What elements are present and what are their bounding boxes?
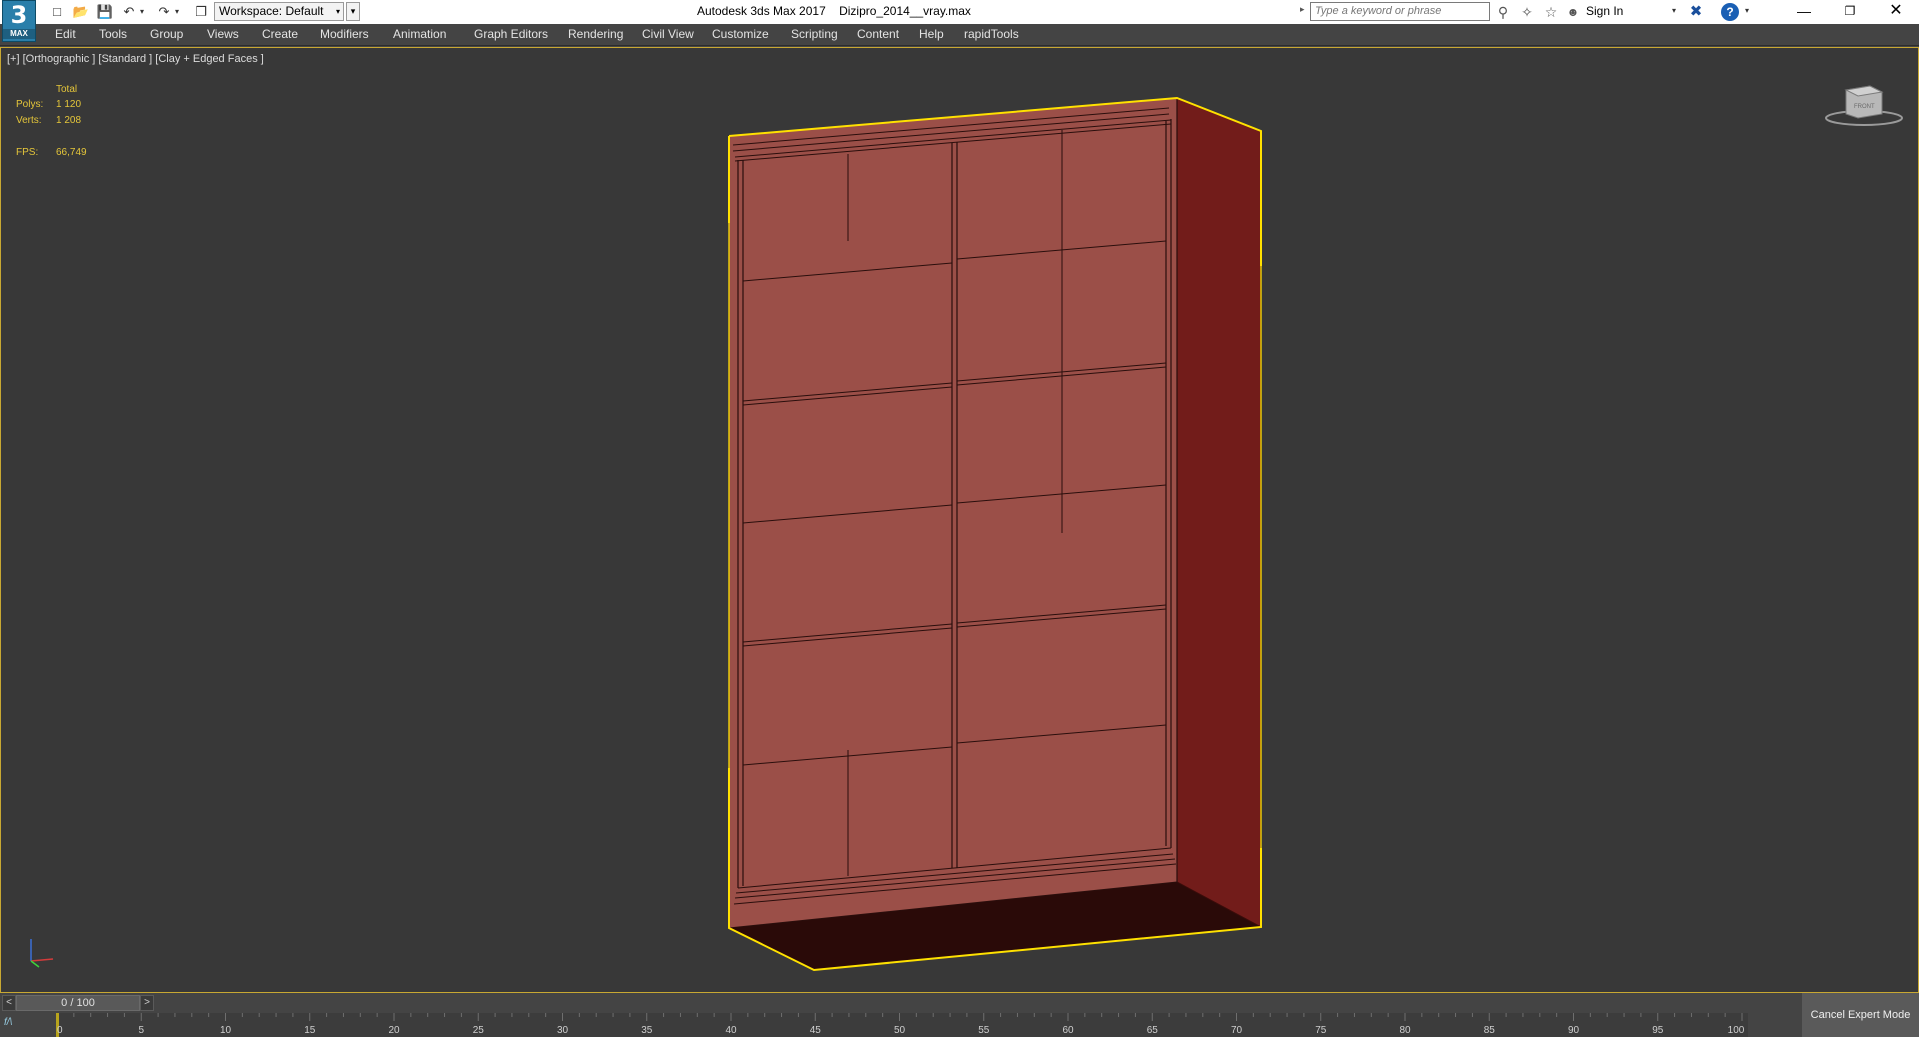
timeline-tick-label: 60 <box>1062 1025 1074 1036</box>
time-slider[interactable]: 0 / 100 <box>16 995 140 1011</box>
undo-dropdown-icon[interactable]: ▾ <box>137 3 147 21</box>
menu-tools[interactable]: Tools <box>99 27 127 41</box>
cancel-expert-mode-button[interactable]: Cancel Expert Mode <box>1802 993 1919 1037</box>
window-title: Autodesk 3ds Max 2017 Dizipro_2014__vray… <box>697 4 971 18</box>
menu-graph-editors[interactable]: Graph Editors <box>474 27 548 41</box>
wardrobe-side-face <box>1176 97 1262 928</box>
timeline-tick-label: 95 <box>1652 1025 1664 1036</box>
stats-verts-value: 1 208 <box>56 115 82 126</box>
stats-fps-label: FPS: <box>16 147 39 158</box>
search-expand-icon[interactable]: ▸ <box>1300 4 1305 15</box>
timeline-tick-label: 80 <box>1399 1025 1411 1036</box>
timeline-tick-label: 65 <box>1147 1025 1159 1036</box>
app-logo-number: 3 <box>10 1 28 29</box>
user-icon: ☻ <box>1566 5 1580 19</box>
stats-polys-value: 1 120 <box>56 99 82 110</box>
open-file-icon[interactable]: 📂 <box>72 3 90 21</box>
menu-scripting[interactable]: Scripting <box>791 27 838 41</box>
timeline-tick-label: 35 <box>641 1025 653 1036</box>
menu-help[interactable]: Help <box>919 27 944 41</box>
timeline-tick-label: 0 <box>57 1025 63 1036</box>
sign-in-button[interactable]: Sign In <box>1586 4 1623 18</box>
stats-verts-label: Verts: <box>16 115 42 126</box>
timeline-tick-label: 45 <box>810 1025 822 1036</box>
menu-create[interactable]: Create <box>262 27 298 41</box>
help-button[interactable]: ? <box>1721 3 1739 21</box>
exchange-apps-icon[interactable]: ✖ <box>1687 3 1705 21</box>
redo-dropdown-icon[interactable]: ▾ <box>172 3 182 21</box>
timeline-tick-label: 20 <box>388 1025 400 1036</box>
app-logo-text: MAX <box>3 29 35 39</box>
menu-rendering[interactable]: Rendering <box>568 27 623 41</box>
timeline-tick-label: 90 <box>1568 1025 1580 1036</box>
stats-fps-value: 66,749 <box>56 147 87 158</box>
timeline-tick-label: 55 <box>978 1025 990 1036</box>
mini-curve-editor-icon[interactable]: f/\ <box>4 1017 44 1035</box>
timeline-tick-label: 5 <box>138 1025 144 1036</box>
menu-views[interactable]: Views <box>207 27 239 41</box>
timeline-tick-label: 40 <box>725 1025 737 1036</box>
wardrobe-front-face <box>728 97 1178 929</box>
project-folder-icon[interactable]: ❐ <box>192 3 210 21</box>
menu-group[interactable]: Group <box>150 27 183 41</box>
timeline-tick-label: 10 <box>220 1025 232 1036</box>
stats-total-label: Total <box>56 84 78 95</box>
wardrobe-model[interactable] <box>1 48 1918 992</box>
previous-frame-icon[interactable]: < <box>2 995 16 1011</box>
communication-center-icon[interactable]: ✧ <box>1518 3 1536 21</box>
chevron-down-icon: ▾ <box>335 7 340 16</box>
timeline-tick-label: 30 <box>557 1025 569 1036</box>
favorites-star-icon[interactable]: ☆ <box>1542 3 1560 21</box>
menu-civil-view[interactable]: Civil View <box>642 27 694 41</box>
workspace-label: Workspace: Default <box>219 4 324 18</box>
redo-icon[interactable]: ↷ <box>155 3 173 21</box>
new-file-icon[interactable]: □ <box>48 3 66 21</box>
timeline-tick-label: 15 <box>304 1025 316 1036</box>
quick-access-customize-icon[interactable]: ▾ <box>346 2 360 21</box>
help-dropdown-icon[interactable]: ▾ <box>1745 6 1749 15</box>
menu-content[interactable]: Content <box>857 27 899 41</box>
workspace-dropdown[interactable]: Workspace: Default ▾ <box>214 2 344 21</box>
menu-rapidtools[interactable]: rapidTools <box>964 27 1019 41</box>
undo-icon[interactable]: ↶ <box>120 3 138 21</box>
sign-in-dropdown-icon[interactable]: ▾ <box>1672 6 1676 15</box>
viewport-label-menu[interactable]: [+] [Orthographic ] [Standard ] [Clay + … <box>7 53 264 65</box>
viewcube-icon[interactable]: FRONT <box>1824 80 1904 128</box>
timeline-tick-label: 100 <box>1728 1025 1745 1036</box>
timeline-tick-label: 70 <box>1231 1025 1243 1036</box>
timeline-panel: < 0 / 100 > f/\ 0 5 10 15 20 25 30 35 40 45 50 55 60… <box>0 993 1919 1037</box>
binoculars-icon[interactable]: ⚲ <box>1494 3 1512 21</box>
restore-icon[interactable]: ❐ <box>1827 0 1873 24</box>
menu-bar: Edit Tools Group Views Create Modifiers … <box>0 24 1919 46</box>
timeline-tick-label: 75 <box>1315 1025 1327 1036</box>
menu-edit[interactable]: Edit <box>55 27 76 41</box>
axis-tripod-icon <box>30 939 54 968</box>
title-bar: 3 MAX □ 📂 💾 ↶ ▾ ↷ ▾ ❐ Workspace: Default… <box>0 0 1919 42</box>
perspective-viewport[interactable]: [+] [Orthographic ] [Standard ] [Clay + … <box>0 47 1919 993</box>
timeline-tick-label: 50 <box>894 1025 906 1036</box>
save-file-icon[interactable]: 💾 <box>96 3 114 21</box>
timeline-ruler[interactable]: 0 5 10 15 20 25 30 35 40 45 50 55 60 65 70 75 80 85 90 95 10… <box>56 1013 1748 1037</box>
search-input[interactable]: Type a keyword or phrase <box>1310 2 1490 21</box>
menu-customize[interactable]: Customize <box>712 27 769 41</box>
next-frame-icon[interactable]: > <box>140 995 154 1011</box>
menu-modifiers[interactable]: Modifiers <box>320 27 369 41</box>
app-logo-button[interactable]: 3 MAX <box>2 0 36 42</box>
timeline-tick-label: 25 <box>473 1025 485 1036</box>
stats-polys-label: Polys: <box>16 99 44 110</box>
timeline-tick-label: 85 <box>1484 1025 1496 1036</box>
viewcube-face-label: FRONT <box>1854 104 1875 110</box>
close-icon[interactable]: ✕ <box>1873 0 1919 24</box>
minimize-icon[interactable]: — <box>1781 0 1827 24</box>
menu-animation[interactable]: Animation <box>393 27 446 41</box>
